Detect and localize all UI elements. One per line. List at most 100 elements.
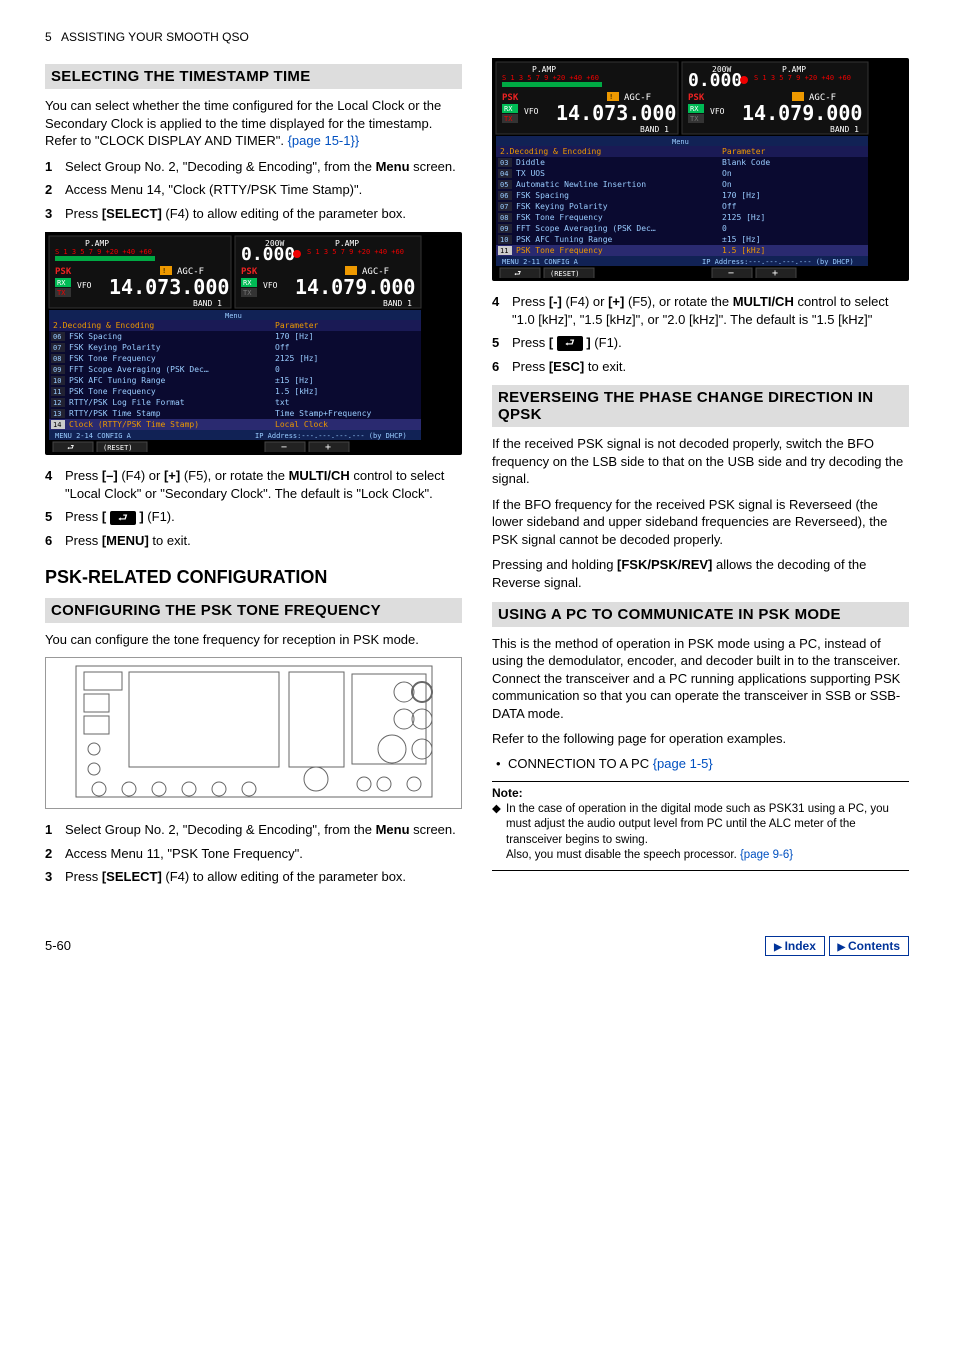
step-text: Press [ ⮐ ] (F1). bbox=[512, 334, 909, 352]
svg-text:PSK AFC Tuning Range: PSK AFC Tuning Range bbox=[69, 376, 166, 385]
step-text: Select Group No. 2, "Decoding & Encoding… bbox=[65, 821, 462, 839]
svg-text:11: 11 bbox=[500, 247, 508, 255]
svg-text:RX: RX bbox=[504, 105, 513, 113]
link-page-9-6[interactable]: {page 9-6} bbox=[740, 849, 793, 861]
qpsk-p1: If the received PSK signal is not decode… bbox=[492, 435, 909, 488]
svg-text:IP Address:---.---.---.--- (b: IP Address:---.---.---.--- (by DHCP) bbox=[702, 258, 854, 266]
svg-text:Parameter: Parameter bbox=[722, 147, 766, 156]
svg-text:RX: RX bbox=[243, 279, 252, 287]
svg-text:P.AMP: P.AMP bbox=[532, 65, 556, 74]
svg-text:Time Stamp+Frequency: Time Stamp+Frequency bbox=[275, 409, 372, 418]
link-page-15-1[interactable]: {page 15-1}} bbox=[288, 133, 360, 148]
svg-text:BAND 1: BAND 1 bbox=[383, 299, 412, 308]
svg-text:Automatic Newline Insertion: Automatic Newline Insertion bbox=[516, 180, 646, 189]
svg-text:09: 09 bbox=[53, 366, 61, 374]
svg-text:07: 07 bbox=[53, 344, 61, 352]
svg-text:MENU 2-14 CONFIG A: MENU 2-14 CONFIG A bbox=[55, 432, 132, 440]
return-icon: ⮐ bbox=[110, 511, 136, 526]
svg-text:⮐: ⮐ bbox=[67, 443, 74, 452]
svg-text:BAND 1: BAND 1 bbox=[830, 125, 859, 134]
step-text: Press [SELECT] (F4) to allow editing of … bbox=[65, 868, 462, 886]
link-page-1-5[interactable]: {page 1-5} bbox=[653, 756, 713, 771]
svg-text:FSK Keying Polarity: FSK Keying Polarity bbox=[69, 343, 161, 352]
svg-text:!: ! bbox=[162, 267, 166, 275]
svg-text:On: On bbox=[722, 180, 732, 189]
svg-text:Blank Code: Blank Code bbox=[722, 158, 770, 167]
step-text: Press [SELECT] (F4) to allow editing of … bbox=[65, 205, 462, 223]
step-text: Access Menu 11, "PSK Tone Frequency". bbox=[65, 845, 462, 863]
svg-text:VFO: VFO bbox=[524, 107, 539, 116]
svg-text:Menu: Menu bbox=[672, 138, 689, 146]
svg-text:2125 [Hz]: 2125 [Hz] bbox=[722, 213, 765, 222]
svg-text:FSK Tone Frequency: FSK Tone Frequency bbox=[516, 213, 603, 222]
svg-text:Diddle: Diddle bbox=[516, 158, 545, 167]
svg-text:14.073.000: 14.073.000 bbox=[556, 101, 676, 125]
svg-text:Menu: Menu bbox=[225, 312, 242, 320]
svg-text:(RESET): (RESET) bbox=[103, 444, 133, 452]
svg-text:FSK Spacing: FSK Spacing bbox=[516, 191, 569, 200]
svg-text:!: ! bbox=[609, 93, 613, 101]
index-button[interactable]: Index bbox=[765, 936, 825, 956]
step-text: Press [–] (F4) or [+] (F5), or rotate th… bbox=[65, 467, 462, 502]
svg-text:VFO: VFO bbox=[710, 107, 725, 116]
section-title-timestamp: SELECTING THE TIMESTAMP TIME bbox=[45, 64, 462, 89]
svg-text:PSK: PSK bbox=[688, 93, 705, 103]
note-box: Note: ◆In the case of operation in the d… bbox=[492, 781, 909, 871]
heading-psk-config: PSK-RELATED CONFIGURATION bbox=[45, 567, 462, 588]
svg-text:10: 10 bbox=[500, 236, 508, 244]
svg-text:1.5 [kHz]: 1.5 [kHz] bbox=[722, 246, 765, 255]
svg-text:09: 09 bbox=[500, 225, 508, 233]
page-header: 5 ASSISTING YOUR SMOOTH QSO bbox=[45, 30, 909, 44]
timestamp-steps-cont: 4Press [–] (F4) or [+] (F5), or rotate t… bbox=[45, 467, 462, 549]
pc-psk-p2: Refer to the following page for operatio… bbox=[492, 730, 909, 748]
svg-text:RX: RX bbox=[690, 105, 699, 113]
svg-text:PSK: PSK bbox=[55, 267, 72, 277]
right-column: P.AMPS 1 3 5 7 9 +20 +40 +60PSK!AGC-FRXT… bbox=[492, 54, 909, 896]
qpsk-p2: If the BFO frequency for the received PS… bbox=[492, 496, 909, 549]
svg-text:TX UOS: TX UOS bbox=[516, 169, 545, 178]
svg-text:RX: RX bbox=[57, 279, 66, 287]
svg-text:08: 08 bbox=[500, 214, 508, 222]
svg-text:S 1 3 5 7 9 +20 +40: S 1 3 5 7 9 +20 +40 +60 bbox=[502, 74, 599, 82]
svg-text:BAND 1: BAND 1 bbox=[640, 125, 669, 134]
svg-text:IP Address:---.---.---.--- (b: IP Address:---.---.---.--- (by DHCP) bbox=[255, 432, 407, 440]
section-title-reverse-qpsk: REVERSEING THE PHASE CHANGE DIRECTION IN… bbox=[492, 385, 909, 427]
svg-text:14: 14 bbox=[53, 421, 61, 429]
svg-text:1.5 [kHz]: 1.5 [kHz] bbox=[275, 387, 318, 396]
svg-text:08: 08 bbox=[53, 355, 61, 363]
svg-text:FSK Keying Polarity: FSK Keying Polarity bbox=[516, 202, 608, 211]
bullet-item: CONNECTION TO A PC {page 1-5} bbox=[496, 756, 909, 771]
svg-text:06: 06 bbox=[53, 333, 61, 341]
svg-text:FFT Scope Averaging (PSK Dec…: FFT Scope Averaging (PSK Dec… bbox=[69, 365, 209, 374]
page-number: 5-60 bbox=[45, 938, 71, 953]
svg-text:RTTY/PSK Log File Format: RTTY/PSK Log File Format bbox=[69, 398, 185, 407]
svg-text:FFT Scope Averaging (PSK Dec…: FFT Scope Averaging (PSK Dec… bbox=[516, 224, 656, 233]
step-text: Select Group No. 2, "Decoding & Encoding… bbox=[65, 158, 462, 176]
svg-text:±15 [Hz]: ±15 [Hz] bbox=[722, 235, 761, 244]
svg-text:2.Decoding & Encoding: 2.Decoding & Encoding bbox=[53, 321, 154, 330]
left-column: SELECTING THE TIMESTAMP TIME You can sel… bbox=[45, 54, 462, 896]
contents-button[interactable]: Contents bbox=[829, 936, 909, 956]
step-text: Press [ESC] to exit. bbox=[512, 358, 909, 376]
return-icon: ⮐ bbox=[557, 336, 583, 351]
header-title: ASSISTING YOUR SMOOTH QSO bbox=[61, 30, 249, 44]
svg-text:BAND 1: BAND 1 bbox=[193, 299, 222, 308]
svg-text:VFO: VFO bbox=[77, 281, 92, 290]
timestamp-steps: 1Select Group No. 2, "Decoding & Encodin… bbox=[45, 158, 462, 223]
svg-text:Parameter: Parameter bbox=[275, 321, 319, 330]
svg-text:VFO: VFO bbox=[263, 281, 278, 290]
svg-text:txt: txt bbox=[275, 398, 290, 407]
svg-text:PSK AFC Tuning Range: PSK AFC Tuning Range bbox=[516, 235, 613, 244]
step-text: Press [-] (F4) or [+] (F5), or rotate th… bbox=[512, 293, 909, 328]
svg-text:13: 13 bbox=[53, 410, 61, 418]
svg-text:S 1 3 5 7 9 +20 +40 +60: S 1 3 5 7 9 +20 +40 +60 bbox=[754, 74, 851, 82]
svg-text:2.Decoding & Encoding: 2.Decoding & Encoding bbox=[500, 147, 601, 156]
step-text: Access Menu 14, "Clock (RTTY/PSK Time St… bbox=[65, 181, 462, 199]
svg-text:RTTY/PSK Time Stamp: RTTY/PSK Time Stamp bbox=[69, 409, 161, 418]
svg-text:TX: TX bbox=[57, 289, 66, 297]
svg-text:0.000: 0.000 bbox=[241, 244, 295, 265]
svg-text:06: 06 bbox=[500, 192, 508, 200]
svg-text:TX: TX bbox=[243, 289, 252, 297]
svg-text:P.AMP: P.AMP bbox=[85, 239, 109, 248]
svg-text:−: − bbox=[281, 442, 287, 452]
